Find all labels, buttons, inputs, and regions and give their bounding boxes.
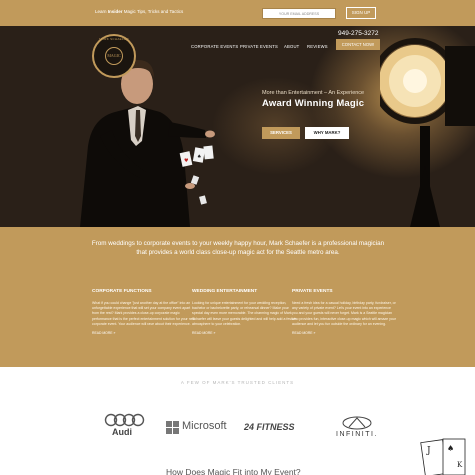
svg-text:♠: ♠ [197, 154, 201, 160]
column-heading: CORPORATE FUNCTIONS [92, 289, 152, 294]
infiniti-emblem-icon [342, 416, 372, 430]
audi-rings-icon [104, 413, 145, 427]
services-band: From weddings to corporate events to you… [0, 227, 475, 367]
tagline: Learn Insider Magic Tips, Tricks and Tac… [95, 9, 184, 14]
section-heading: How Does Magic Fit into My Event? [166, 467, 301, 475]
signup-button[interactable]: SIGN UP [346, 7, 376, 19]
playing-cards-image: J ♠ K [420, 438, 466, 475]
column-text: Looking for unique entertainment for you… [192, 301, 297, 326]
svg-text:♥: ♥ [184, 158, 189, 164]
column-corporate: CORPORATE FUNCTIONS What if you could ch… [92, 289, 197, 335]
hero-title: Award Winning Magic [262, 98, 365, 109]
column-heading: WEDDING ENTERTAINMENT [192, 289, 258, 294]
fitness-text: 24 FITNESS [244, 422, 295, 432]
logo[interactable]: MARK SCHAEFER MAGIC [92, 34, 136, 78]
svg-text:J: J [426, 446, 431, 456]
audi-logo: Audi [104, 413, 148, 437]
nav-about[interactable]: ABOUT [284, 44, 299, 49]
hero-section: ♥ ♠ MARK SCHAEFER MAGIC 949-275-3272 CON… [0, 26, 475, 227]
read-more-link[interactable]: READ MORE » [92, 331, 197, 335]
svg-text:K: K [457, 461, 463, 469]
column-heading: PRIVATE EVENTS [292, 289, 333, 294]
column-private: PRIVATE EVENTS Need a fresh idea for a c… [292, 289, 397, 335]
svg-text:♠: ♠ [447, 444, 454, 453]
nav-corporate-events[interactable]: CORPORATE EVENTS [191, 44, 238, 49]
microsoft-windows-icon [166, 421, 179, 434]
read-more-link[interactable]: READ MORE » [292, 331, 397, 335]
services-button[interactable]: SERVICES [262, 127, 300, 139]
microsoft-text: Microsoft [182, 420, 227, 432]
audi-text: Audi [112, 427, 132, 437]
intro-text: From weddings to corporate events to you… [91, 240, 385, 256]
infiniti-text: INFINITI. [336, 431, 378, 438]
email-input[interactable]: YOUR EMAIL ADDRESS [262, 8, 336, 19]
top-bar: Learn Insider Magic Tips, Tricks and Tac… [0, 0, 475, 26]
column-text: Need a fresh idea for a casual holiday, … [292, 301, 396, 326]
phone-number[interactable]: 949-275-3272 [338, 30, 378, 37]
logo-ring-text: MARK SCHAEFER [99, 37, 129, 41]
nav-private-events[interactable]: PRIVATE EVENTS [240, 44, 278, 49]
hero-kicker: More than Entertainment – An Experience [262, 90, 365, 96]
nav-reviews[interactable]: REVIEWS [307, 44, 328, 49]
stage-lamp-image [380, 38, 475, 227]
clients-label: A FEW OF MARK'S TRUSTED CLIENTS [180, 380, 295, 385]
column-text: What if you could change "just another d… [92, 301, 196, 326]
logo-inner-text: MAGIC [105, 47, 123, 65]
contact-now-button[interactable]: CONTACT NOW! [336, 39, 380, 50]
24-fitness-logo: 24 FITNESS [244, 422, 295, 432]
read-more-link[interactable]: READ MORE » [192, 331, 297, 335]
why-mark-button[interactable]: WHY MARK? [305, 127, 349, 139]
column-wedding: WEDDING ENTERTAINMENT Looking for unique… [192, 289, 297, 335]
